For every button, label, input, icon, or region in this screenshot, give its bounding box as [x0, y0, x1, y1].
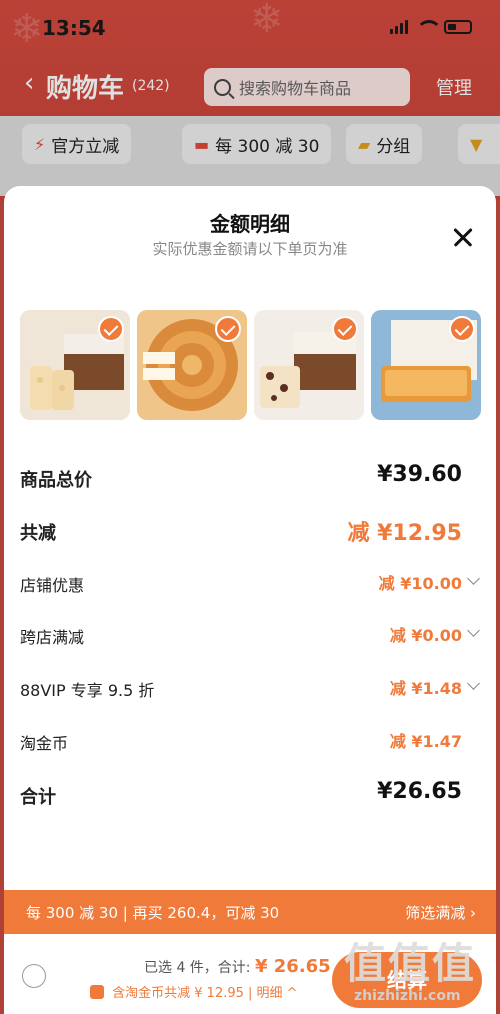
row-value: 减 ¥12.95: [347, 520, 462, 546]
selected-check-icon: [98, 316, 124, 342]
watermark-logo: 值值值: [344, 939, 477, 988]
row-label: 共减: [20, 522, 56, 544]
row-value: 减 ¥0.00: [389, 626, 462, 646]
row-value: 减 ¥1.48: [389, 679, 462, 699]
row-label: 合计: [20, 786, 56, 808]
close-icon[interactable]: [450, 224, 478, 252]
selected-total: ¥ 26.65: [254, 956, 331, 977]
product-thumb-raisin-snack[interactable]: [254, 310, 364, 420]
product-thumb-toast[interactable]: [371, 310, 481, 420]
selected-check-icon: [332, 316, 358, 342]
watermark-url: zhizhizhi.com: [354, 988, 461, 1004]
chevron-down-icon[interactable]: [467, 624, 480, 638]
row-total-discount: 共减 减 ¥12.95: [4, 509, 496, 562]
amount-rows: 商品总价 ¥39.60 共减 减 ¥12.95 店铺优惠 减 ¥10.00 跨店…: [4, 456, 496, 826]
row-subtotal: 商品总价 ¥39.60: [4, 456, 496, 509]
product-thumb-hand-torn-bread[interactable]: [137, 310, 247, 420]
row-88vip-discount[interactable]: 88VIP 专享 9.5 折 减 ¥1.48: [4, 667, 496, 720]
row-label: 商品总价: [20, 470, 92, 491]
row-value: ¥39.60: [377, 462, 462, 487]
chevron-down-icon[interactable]: [467, 571, 480, 585]
coin-icon: [90, 985, 104, 999]
selected-prefix: 已选 4 件，合计:: [144, 960, 251, 976]
row-label: 店铺优惠: [20, 575, 85, 595]
row-taojinbi: 淘金币 减 ¥1.47: [4, 720, 496, 773]
promo-text: 每 300 减 30 | 再买 260.4，可减 30: [26, 903, 280, 922]
row-label: 跨店满减: [20, 628, 85, 648]
sheet-subtitle: 实际优惠金额请以下单页为准: [152, 240, 348, 258]
promo-banner[interactable]: 每 300 减 30 | 再买 260.4，可减 30 筛选满减 ›: [4, 890, 496, 934]
subsidy-detail-toggle[interactable]: 含淘金币共减 ¥ 12.95 | 明细 ^: [90, 982, 298, 1001]
row-grand-total: 合计 ¥26.65: [4, 773, 496, 826]
subsidy-text: 含淘金币共减 ¥ 12.95 | 明细 ^: [112, 986, 298, 1001]
filter-discount-link[interactable]: 筛选满减 ›: [405, 902, 476, 923]
selected-check-icon: [449, 316, 475, 342]
chevron-down-icon[interactable]: [467, 677, 480, 691]
product-thumbnails: [20, 310, 481, 420]
select-all-radio[interactable]: [22, 964, 46, 988]
row-label: 淘金币: [20, 733, 69, 753]
row-value: 减 ¥10.00: [378, 573, 462, 593]
selected-summary: 已选 4 件，合计: ¥ 26.65: [144, 956, 331, 977]
sheet-title: 金额明细: [210, 212, 290, 236]
product-thumb-sesame-snack[interactable]: [20, 310, 130, 420]
row-cross-store-discount[interactable]: 跨店满减 减 ¥0.00: [4, 614, 496, 667]
row-store-discount[interactable]: 店铺优惠 减 ¥10.00: [4, 562, 496, 615]
selected-check-icon: [215, 316, 241, 342]
row-value: 减 ¥1.47: [389, 731, 462, 751]
row-label: 88VIP 专享 9.5 折: [20, 681, 155, 701]
row-value: ¥26.65: [377, 778, 462, 804]
